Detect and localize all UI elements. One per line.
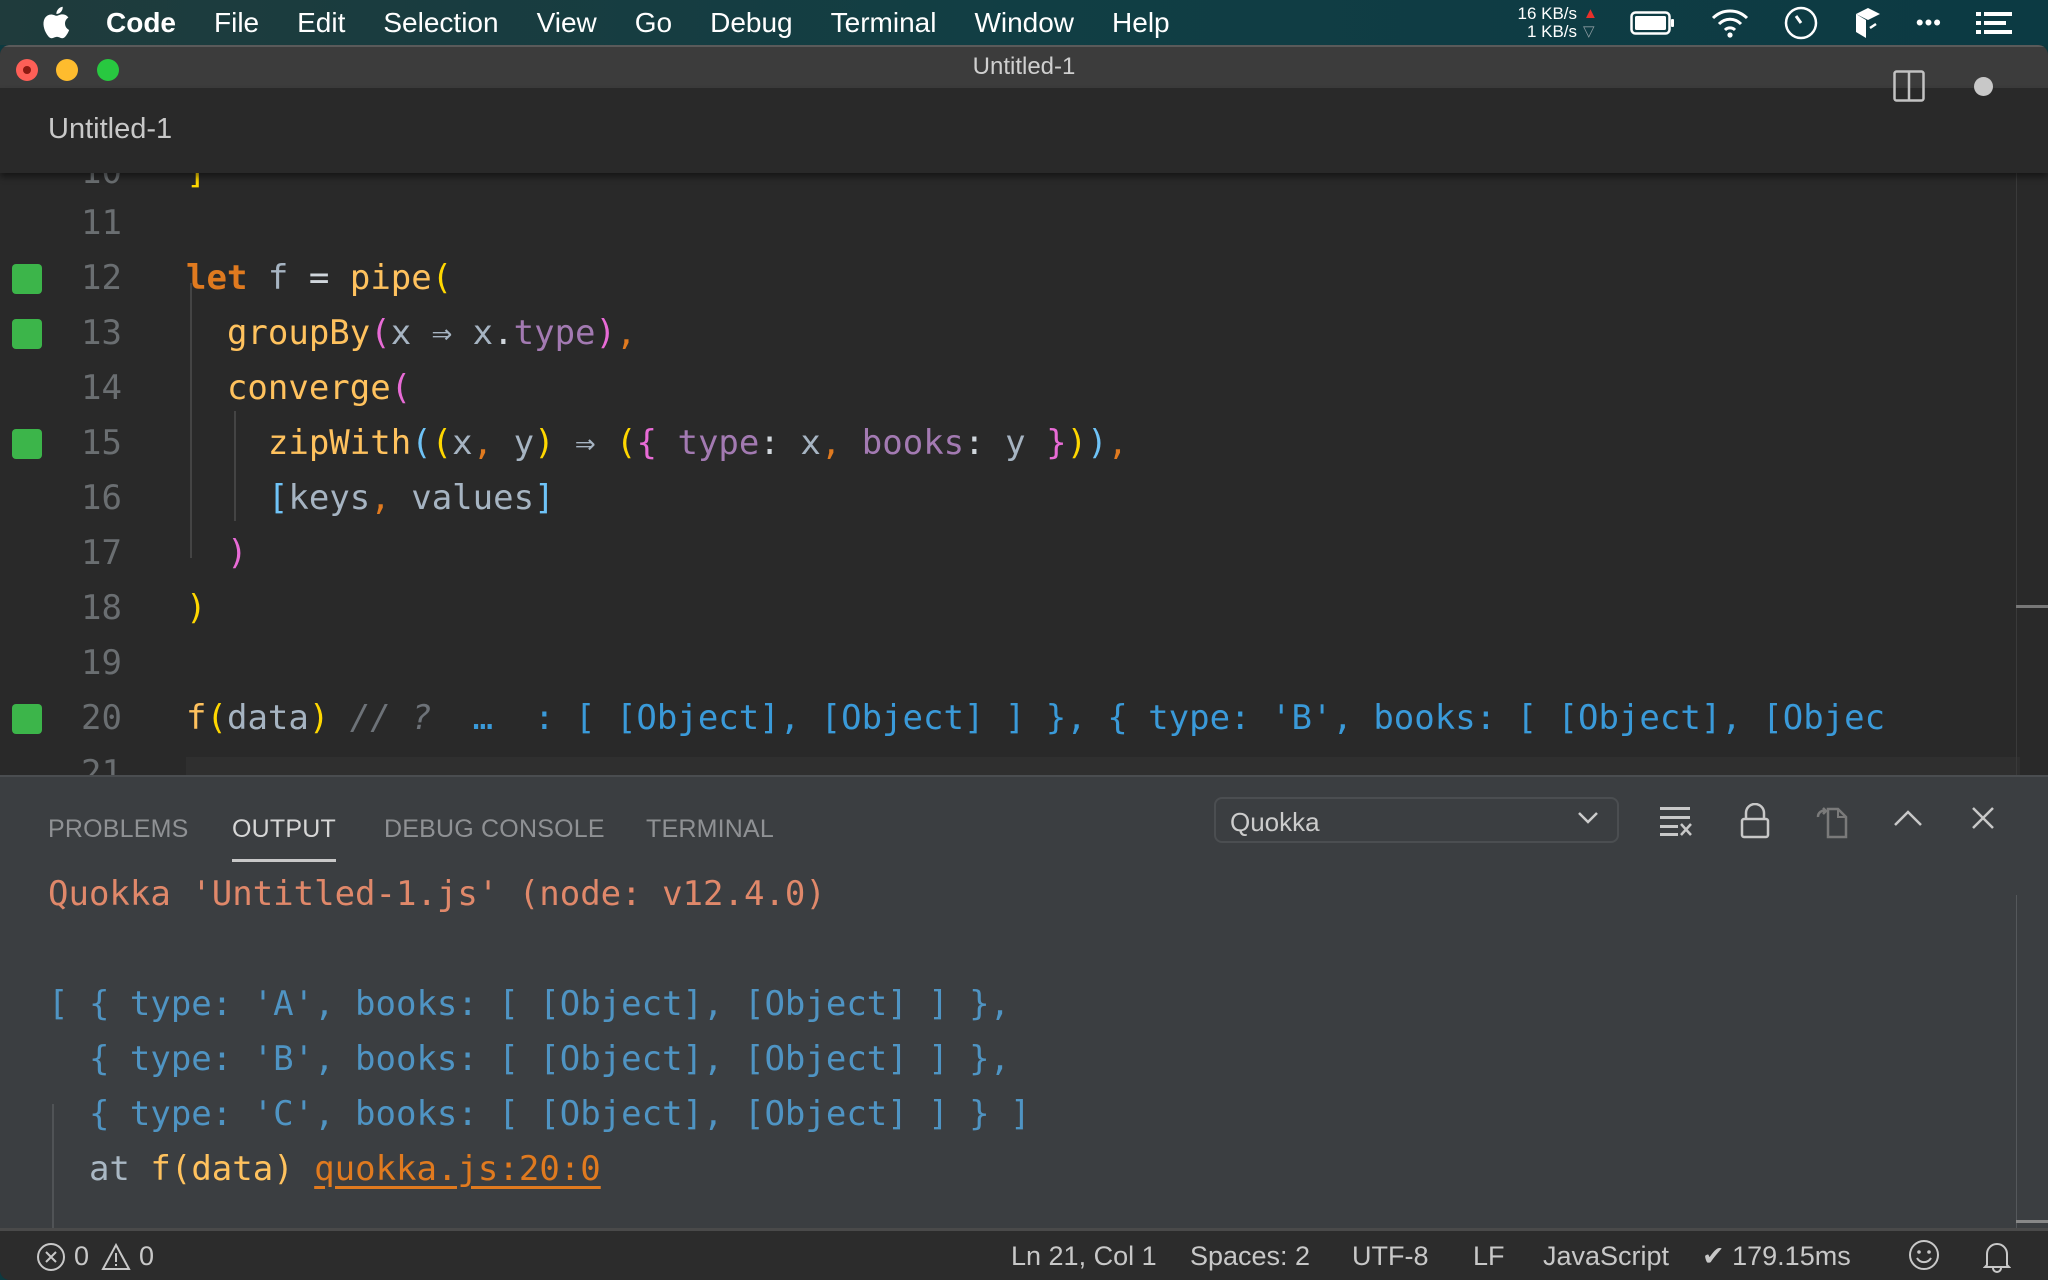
time-machine-icon[interactable] bbox=[1784, 6, 1818, 40]
more-icon[interactable]: ••• bbox=[1916, 10, 1942, 36]
menu-selection[interactable]: Selection bbox=[383, 7, 498, 39]
at-expression: f(data) bbox=[150, 1149, 294, 1189]
code-text: [keys, values] bbox=[267, 478, 555, 518]
status-bar: 0 0 Ln 21, Col 1 Spaces: 2 UTF-8 LF Java… bbox=[0, 1228, 2048, 1280]
quokka-coverage-marker bbox=[12, 319, 42, 349]
menu-window[interactable]: Window bbox=[974, 7, 1074, 39]
language-mode[interactable]: JavaScript bbox=[1543, 1241, 1669, 1272]
line-number: 11 bbox=[81, 203, 122, 243]
at-label: at bbox=[88, 1149, 130, 1189]
code-text: converge( bbox=[226, 368, 412, 408]
code-line-20: 20 f(data) // ? … : [ [Object], [Object]… bbox=[0, 691, 2020, 746]
editor-tab-bar: Untitled-1 bbox=[0, 70, 2048, 173]
code-line-13: 13 groupBy(x ⇒ x.type), bbox=[0, 306, 2020, 361]
line-number: 10 bbox=[60, 173, 122, 192]
warning-icon bbox=[101, 1242, 131, 1271]
line-number: 21 bbox=[81, 753, 122, 775]
line-number: 15 bbox=[81, 423, 122, 463]
menu-bar-tray: 16 KB/s 1 KB/s ▲ ▽ ••• bbox=[1517, 0, 2048, 45]
unsaved-changes-dot-icon[interactable] bbox=[1974, 77, 1993, 96]
code-line-11: 11 bbox=[0, 196, 2020, 251]
code-text: ) bbox=[226, 533, 248, 573]
quokka-coverage-marker bbox=[12, 704, 42, 734]
output-result-line: [ { type: 'A', books: [ [Object], [Objec… bbox=[48, 984, 1011, 1024]
menu-go[interactable]: Go bbox=[635, 7, 672, 39]
wifi-icon[interactable] bbox=[1710, 7, 1750, 39]
code-text: let f = pipe( bbox=[186, 258, 453, 298]
output-scrollbar-track[interactable] bbox=[2016, 895, 2017, 1230]
output-header-line: Quokka 'Untitled-1.js' (node: v12.4.0) bbox=[48, 874, 826, 914]
code-line-16: 16 [keys, values] bbox=[0, 471, 2020, 526]
line-number: 18 bbox=[81, 588, 122, 628]
network-speed[interactable]: 16 KB/s 1 KB/s bbox=[1517, 3, 1578, 41]
line-number: 14 bbox=[81, 368, 122, 408]
code-line-18: 18 ) bbox=[0, 581, 2020, 636]
code-line-14: 14 converge( bbox=[0, 361, 2020, 416]
menu-file[interactable]: File bbox=[214, 7, 259, 39]
indentation-status[interactable]: Spaces: 2 bbox=[1190, 1241, 1310, 1272]
warning-count: 0 bbox=[139, 1241, 155, 1271]
code-line-19: 19 bbox=[0, 636, 2020, 691]
line-number: 20 bbox=[81, 698, 122, 738]
problems-status[interactable]: 0 0 bbox=[36, 1241, 154, 1272]
vscode-window: Untitled-1 Untitled-1 10 ] 11 12 let f =… bbox=[0, 45, 2048, 1280]
quokka-coverage-marker bbox=[12, 429, 42, 459]
line-number: 13 bbox=[81, 313, 122, 353]
line-number: 12 bbox=[81, 258, 122, 298]
menu-view[interactable]: View bbox=[537, 7, 597, 39]
output-result-line: { type: 'C', books: [ [Object], [Object]… bbox=[48, 1094, 1031, 1134]
output-location-line: at f(data) quokka.js:20:0 bbox=[48, 1149, 601, 1204]
notification-list-icon[interactable] bbox=[1976, 10, 2012, 36]
quokka-inline-result: … : [ [Object], [Object] ] }, { type: 'B… bbox=[431, 698, 1886, 738]
network-arrows: ▲ ▽ bbox=[1583, 5, 1598, 41]
app-cube-icon[interactable] bbox=[1852, 6, 1882, 40]
line-number: 17 bbox=[81, 533, 122, 573]
output-scrollbar-marker[interactable] bbox=[2016, 1220, 2048, 1223]
menu-edit[interactable]: Edit bbox=[297, 7, 345, 39]
eol-status[interactable]: LF bbox=[1473, 1241, 1505, 1272]
line-number: 16 bbox=[81, 478, 122, 518]
code-text: ) bbox=[186, 588, 207, 628]
split-editor-icon[interactable] bbox=[1893, 70, 1925, 107]
error-icon bbox=[36, 1242, 66, 1272]
quokka-coverage-marker bbox=[12, 264, 42, 294]
error-count: 0 bbox=[74, 1241, 90, 1271]
code-line-12: 12 let f = pipe( bbox=[0, 251, 2020, 306]
net-up-speed: 16 KB/s bbox=[1517, 3, 1578, 23]
encoding-status[interactable]: UTF-8 bbox=[1352, 1241, 1429, 1272]
window-title: Untitled-1 bbox=[972, 53, 1076, 80]
notifications-bell-icon[interactable] bbox=[1983, 1239, 2011, 1273]
upload-arrow-icon: ▲ bbox=[1583, 4, 1598, 22]
line-number: 19 bbox=[81, 643, 122, 683]
tab-untitled-1[interactable]: Untitled-1 bbox=[48, 113, 172, 146]
scrollbar-thumb-marker[interactable] bbox=[2016, 605, 2048, 608]
menu-app-code[interactable]: Code bbox=[106, 7, 176, 39]
battery-icon[interactable] bbox=[1630, 10, 1676, 35]
bottom-panel: PROBLEMS OUTPUT DEBUG CONSOLE TERMINAL Q… bbox=[0, 775, 2048, 1269]
macos-menu-bar: Code File Edit Selection View Go Debug T… bbox=[0, 0, 2048, 45]
output-content[interactable]: Quokka 'Untitled-1.js' (node: v12.4.0) [… bbox=[0, 819, 2010, 1189]
source-location-link[interactable]: quokka.js:20:0 bbox=[314, 1149, 601, 1189]
title-bar: Untitled-1 bbox=[0, 45, 2048, 88]
net-down-speed: 1 KB/s bbox=[1526, 21, 1578, 41]
menu-debug[interactable]: Debug bbox=[710, 7, 793, 39]
code-line-17: 17 ) bbox=[0, 526, 2020, 581]
menu-help[interactable]: Help bbox=[1112, 7, 1170, 39]
output-result-line: { type: 'B', books: [ [Object], [Object]… bbox=[48, 1039, 1011, 1079]
code-text: zipWith((x, y) ⇒ ({ type: x, books: y })… bbox=[267, 423, 1129, 463]
code-editor[interactable]: 10 ] 11 12 let f = pipe( 13 groupBy(x ⇒ … bbox=[0, 173, 2048, 775]
feedback-smiley-icon[interactable] bbox=[1908, 1239, 1940, 1271]
quokka-timing-status[interactable]: ✔ 179.15ms bbox=[1702, 1241, 1851, 1272]
cursor-position[interactable]: Ln 21, Col 1 bbox=[1011, 1241, 1157, 1272]
code-text: ] bbox=[186, 173, 206, 192]
code-text: groupBy(x ⇒ x.type), bbox=[226, 313, 637, 353]
download-arrow-icon: ▽ bbox=[1583, 22, 1595, 40]
apple-menu-icon[interactable] bbox=[42, 6, 72, 40]
menu-terminal[interactable]: Terminal bbox=[831, 7, 937, 39]
code-line-15: 15 zipWith((x, y) ⇒ ({ type: x, books: y… bbox=[0, 416, 2020, 471]
code-line-21: 21 bbox=[0, 746, 2020, 775]
code-text: f(data) // ? … : [ [Object], [Object] ] … bbox=[186, 698, 1886, 738]
